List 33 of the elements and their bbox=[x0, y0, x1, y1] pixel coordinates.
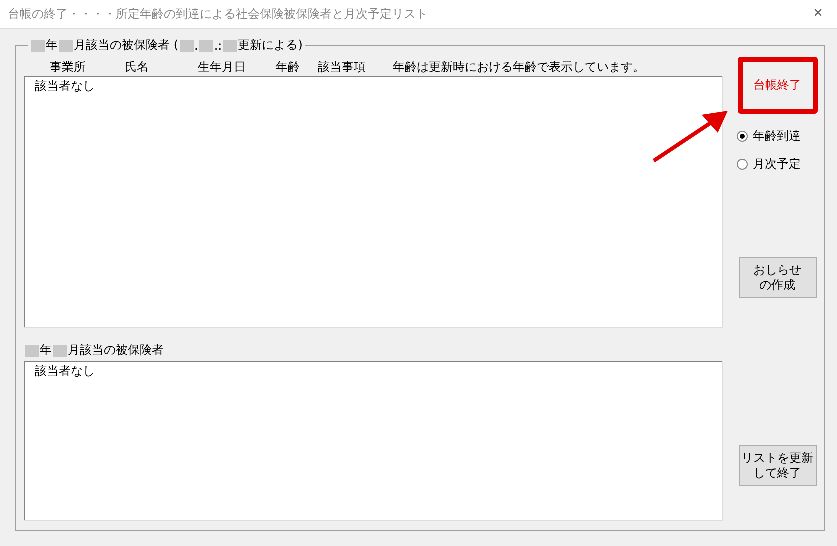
redacted-block bbox=[53, 344, 67, 356]
redacted-block bbox=[180, 40, 194, 52]
list-item[interactable]: 該当者なし bbox=[35, 363, 712, 380]
redacted-block bbox=[59, 40, 73, 52]
insured-list[interactable]: 該当者なし bbox=[24, 76, 723, 328]
redacted-block bbox=[31, 40, 45, 52]
column-header: 生年月日 bbox=[198, 59, 247, 76]
column-header: 該当事項 bbox=[318, 59, 367, 76]
close-button[interactable]: × bbox=[808, 5, 829, 23]
group-title-text: 月該当の被保険者 ( bbox=[74, 37, 178, 54]
close-ledger-button[interactable]: 台帳終了 bbox=[738, 57, 818, 114]
create-notice-button[interactable]: おしらせの作成 bbox=[738, 257, 816, 298]
group-title-text: 年 bbox=[46, 37, 58, 54]
group-title-text: . bbox=[194, 38, 198, 52]
radio-option[interactable]: 年齢到達 bbox=[737, 128, 801, 145]
radio-option[interactable]: 月次予定 bbox=[737, 156, 801, 173]
column-header: 事業所 bbox=[50, 59, 87, 76]
window-title: 台帳の終了・・・・所定年齢の到達による社会保険被保険者と月次予定リスト bbox=[8, 6, 428, 22]
redacted-block bbox=[25, 344, 39, 356]
column-header: 年齢 bbox=[276, 59, 301, 76]
group-title-text: 年 bbox=[40, 342, 52, 359]
group-title-text: 更新による) bbox=[238, 37, 303, 54]
update-list-button[interactable]: リストを更新して終了 bbox=[738, 445, 816, 486]
group-title-text: .: bbox=[214, 38, 222, 52]
list-item[interactable]: 該当者なし bbox=[35, 78, 712, 95]
radio-button-icon[interactable] bbox=[737, 159, 748, 170]
redacted-block bbox=[223, 40, 238, 52]
insured-list[interactable]: 該当者なし bbox=[24, 361, 723, 521]
column-header: 氏名 bbox=[125, 59, 150, 76]
group-title-text: 月該当の被保険者 bbox=[68, 342, 164, 359]
redacted-block bbox=[199, 40, 214, 52]
age-note-text: 年齢は更新時における年齢で表示しています。 bbox=[393, 59, 645, 76]
radio-button-icon[interactable] bbox=[737, 131, 748, 142]
